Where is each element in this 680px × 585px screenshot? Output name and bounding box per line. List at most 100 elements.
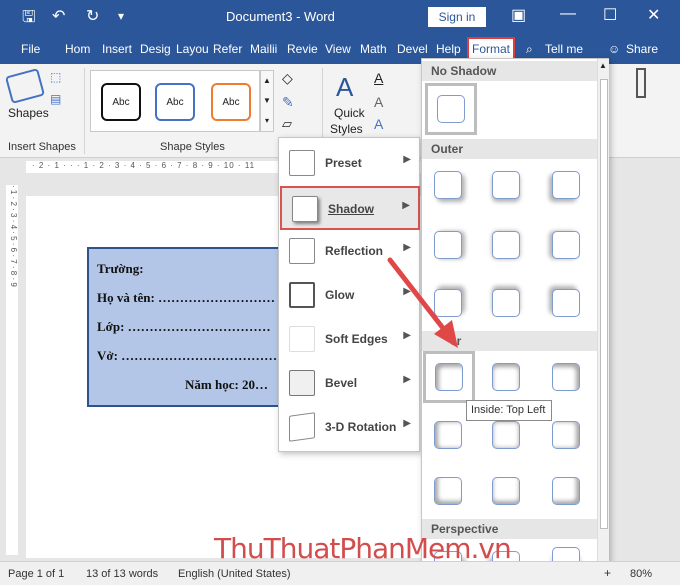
text-box-icon[interactable]: ▤ [50, 92, 61, 106]
shadow-option[interactable] [552, 231, 580, 259]
menu-item-bevel[interactable]: Bevel ▶ [279, 362, 419, 406]
quick-styles-icon[interactable]: A [336, 72, 353, 103]
tab-developer[interactable]: Devel [397, 42, 428, 56]
edit-shape-icon[interactable]: ⬚ [50, 70, 61, 84]
glow-icon [289, 282, 315, 308]
line-nam-hoc: Năm học: 20… [185, 377, 269, 392]
tell-me-box[interactable]: Tell me [545, 42, 583, 56]
text-fill-icon[interactable]: A [374, 70, 383, 86]
gallery-scrollbar[interactable]: ▲ ▼ [597, 59, 609, 585]
preset-icon [289, 150, 315, 176]
shape-styles-gallery: Abc Abc Abc [90, 70, 260, 132]
vertical-ruler[interactable]: · 1 · 2 · 3 · 4 · 5 · 6 · 7 · 8 · 9 [6, 185, 18, 555]
text-outline-icon[interactable]: A [374, 94, 383, 110]
tab-layout[interactable]: Layou [176, 42, 209, 56]
shadow-option[interactable] [552, 363, 580, 391]
style-box[interactable]: Abc [211, 83, 251, 121]
menu-item-3d-rotation[interactable]: 3-D Rotation ▶ [279, 406, 419, 450]
annotation-arrow [387, 257, 458, 348]
quick-styles-label-2[interactable]: Styles [330, 122, 363, 136]
shadow-option[interactable] [434, 171, 462, 199]
shadow-option-inside-top-left[interactable] [435, 363, 463, 391]
shadow-option[interactable] [434, 421, 462, 449]
style-box[interactable]: Abc [155, 83, 195, 121]
zoom-level[interactable]: 80% [630, 568, 652, 580]
quick-styles-label[interactable]: Quick [334, 106, 365, 120]
menu-item-label: Bevel [325, 376, 358, 390]
save-icon[interactable]: 🖫 [22, 6, 36, 33]
shadow-option[interactable] [492, 363, 520, 391]
line-truong: Trường: [97, 261, 144, 276]
tab-review[interactable]: Revie [287, 42, 318, 56]
size-icon[interactable] [636, 68, 646, 98]
share-icon[interactable]: ☺ [608, 42, 620, 56]
shadow-option[interactable] [492, 171, 520, 199]
tab-mailings[interactable]: Mailii [250, 42, 277, 56]
section-no-shadow: No Shadow [422, 61, 598, 81]
sign-in-button[interactable]: Sign in [428, 7, 486, 27]
shadow-option[interactable] [492, 289, 520, 317]
shapes-label[interactable]: Shapes [8, 106, 49, 120]
shape-styles-label: Shape Styles [160, 141, 225, 153]
submenu-arrow-icon: ▶ [403, 418, 411, 429]
redo-icon[interactable]: ↻ [86, 6, 99, 26]
shadow-option[interactable] [492, 421, 520, 449]
tab-references[interactable]: Refer [213, 42, 242, 56]
text-box-shape[interactable]: Trường: Họ và tên: ……………………… Lớp: ………………… [87, 247, 287, 407]
style-box[interactable]: Abc [101, 83, 141, 121]
shadow-option[interactable] [492, 477, 520, 505]
maximize-icon[interactable]: ☐ [603, 5, 617, 25]
gallery-scroll[interactable]: ▲ ▼ ▾ [260, 70, 274, 132]
share-button[interactable]: Share [626, 42, 658, 56]
menu-item-label: Shadow [328, 202, 375, 216]
line-vo: Vở: ……………………………… [97, 348, 278, 363]
close-icon[interactable]: ✕ [647, 5, 660, 25]
menu-item-shadow[interactable]: Shadow ▶ [280, 186, 420, 230]
tab-math[interactable]: Math [360, 42, 387, 56]
ribbon-display-icon[interactable]: ▣ [511, 5, 526, 25]
soft-edges-icon [289, 326, 315, 352]
undo-icon[interactable]: ↶ [52, 6, 65, 26]
reflection-icon [289, 238, 315, 264]
tab-file[interactable]: File [21, 42, 40, 56]
shapes-icon[interactable] [4, 68, 46, 104]
shadow-option-none[interactable] [437, 95, 465, 123]
shadow-option[interactable] [552, 477, 580, 505]
submenu-arrow-icon: ▶ [403, 154, 411, 165]
zoom-in-icon[interactable]: + [604, 566, 611, 580]
tab-design[interactable]: Desig [140, 42, 171, 56]
divider [84, 68, 85, 154]
shadow-option[interactable] [434, 477, 462, 505]
shape-fill-icon[interactable]: ◇ [282, 70, 293, 87]
menu-item-label: Soft Edges [325, 332, 388, 346]
language[interactable]: English (United States) [178, 568, 291, 580]
tab-home[interactable]: Hom [65, 42, 90, 56]
menu-item-preset[interactable]: Preset ▶ [279, 142, 419, 186]
shadow-icon [292, 196, 318, 222]
shape-effects-icon[interactable]: ▱ [282, 116, 292, 132]
3d-rotation-icon [289, 412, 315, 442]
document-title: Document3 - Word [226, 9, 335, 24]
tooltip: Inside: Top Left [466, 400, 552, 421]
scroll-up-icon[interactable]: ▲ [599, 61, 607, 70]
shadow-option[interactable] [492, 231, 520, 259]
submenu-arrow-icon: ▶ [402, 200, 410, 211]
section-outer: Outer [422, 139, 598, 159]
shadow-option[interactable] [552, 289, 580, 317]
minimize-icon[interactable]: — [560, 5, 576, 23]
shadow-option[interactable] [552, 421, 580, 449]
title-bar: 🖫 ↶ ↻ ▾ Document3 - Word Sign in ▣ — ☐ ✕ [0, 0, 680, 34]
tell-me-icon[interactable]: ⌕ [526, 42, 533, 57]
tab-insert[interactable]: Insert [102, 42, 132, 56]
page-count[interactable]: Page 1 of 1 [8, 568, 64, 580]
menu-item-label: 3-D Rotation [325, 420, 397, 434]
menu-item-label: Glow [325, 288, 355, 302]
tab-help[interactable]: Help [436, 42, 461, 56]
shape-outline-icon[interactable]: ✎ [282, 94, 294, 111]
text-effects-icon[interactable]: A [374, 116, 383, 132]
customize-toolbar-icon[interactable]: ▾ [118, 9, 124, 23]
shadow-option[interactable] [552, 171, 580, 199]
word-count[interactable]: 13 of 13 words [86, 568, 158, 580]
scrollbar-thumb[interactable] [600, 79, 608, 529]
tab-view[interactable]: View [325, 42, 351, 56]
